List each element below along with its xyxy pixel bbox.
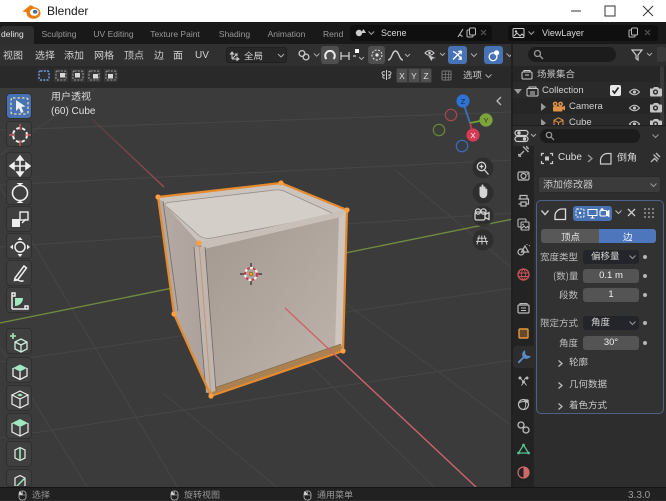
svg-text:X: X [470,131,475,140]
svg-text:Z: Z [461,97,466,106]
svg-text:Y: Y [483,116,488,125]
